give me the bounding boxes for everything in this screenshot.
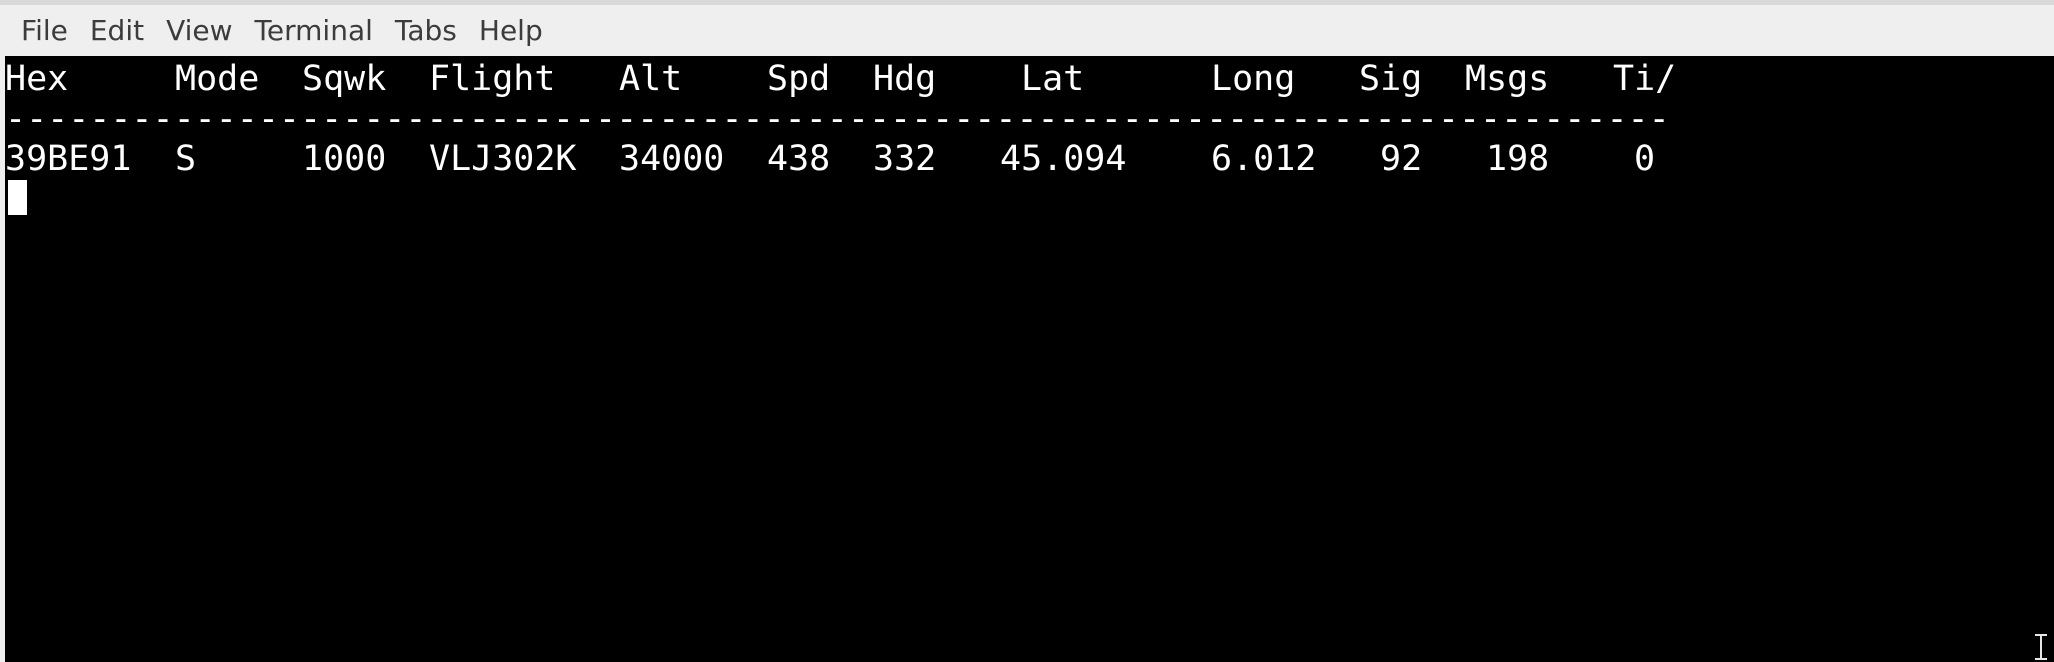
column-header-flight: Flight — [429, 59, 556, 99]
menu-terminal[interactable]: Terminal — [244, 10, 384, 52]
menu-view[interactable]: View — [155, 10, 243, 52]
cell-hdg: 332 — [873, 139, 937, 179]
cell-ti: 0 — [1634, 139, 1656, 179]
menu-bar: File Edit View Terminal Tabs Help — [0, 5, 2054, 56]
cell-sqwk: 1000 — [302, 139, 387, 179]
menu-help[interactable]: Help — [468, 10, 554, 52]
cell-mode: S — [175, 139, 197, 179]
menu-edit[interactable]: Edit — [79, 10, 155, 52]
menu-tabs[interactable]: Tabs — [384, 10, 468, 52]
column-header-msgs: Msgs — [1465, 59, 1550, 99]
cell-msgs: 198 — [1486, 139, 1550, 179]
column-header-spd: Spd — [767, 59, 831, 99]
column-header-sig: Sig — [1359, 59, 1423, 99]
table-separator: ----------------------------------------… — [5, 99, 1670, 139]
table-row: 39BE91 S 1000 VLJ302K 34000 438 332 45.0… — [5, 139, 2054, 179]
column-header-ti: Ti/ — [1613, 59, 1677, 99]
column-header-long: Long — [1211, 59, 1296, 99]
cell-sig: 92 — [1380, 139, 1423, 179]
cell-lat: 45.094 — [1000, 139, 1127, 179]
column-header-lat: Lat — [1021, 59, 1085, 99]
column-header-hdg: Hdg — [873, 59, 937, 99]
cell-hex: 39BE91 — [5, 139, 132, 179]
column-header-sqwk: Sqwk — [302, 59, 387, 99]
table-header: Hex Mode Sqwk Flight Alt Spd Hdg Lat Lon… — [5, 59, 2054, 99]
cell-flight: VLJ302K — [429, 139, 577, 179]
terminal-window: File Edit View Terminal Tabs Help Hex Mo… — [0, 0, 2054, 662]
cell-long: 6.012 — [1211, 139, 1317, 179]
column-header-alt: Alt — [619, 59, 683, 99]
menu-file[interactable]: File — [10, 10, 79, 52]
cell-spd: 438 — [767, 139, 831, 179]
text-cursor — [8, 180, 27, 215]
column-header-mode: Mode — [175, 59, 260, 99]
ibeam-pointer-icon — [2034, 634, 2048, 660]
terminal-screen[interactable]: Hex Mode Sqwk Flight Alt Spd Hdg Lat Lon… — [5, 56, 2054, 662]
column-header-hex: Hex — [5, 59, 69, 99]
cell-alt: 34000 — [619, 139, 725, 179]
